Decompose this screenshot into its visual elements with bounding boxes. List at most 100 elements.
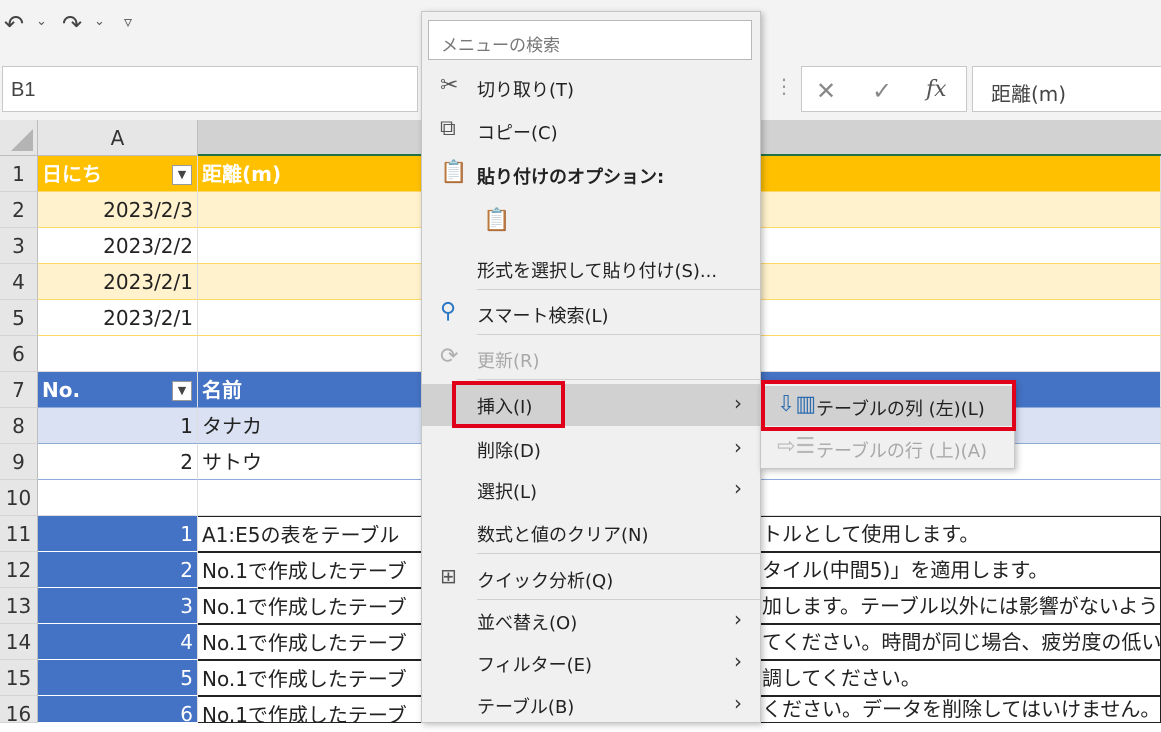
refresh-icon: ⟳ bbox=[440, 344, 459, 369]
menu-item-label: 貼り付けのオプション: bbox=[477, 167, 665, 188]
row-header-3[interactable]: 3 bbox=[0, 228, 38, 264]
row-header-6[interactable]: 6 bbox=[0, 336, 38, 372]
row-header-10[interactable]: 10 bbox=[0, 480, 38, 516]
menu-search-input[interactable]: メニューの検索 bbox=[428, 20, 752, 60]
search-icon: ⚲ bbox=[440, 299, 457, 324]
paste-options-heading: 📋 貼り付けのオプション: bbox=[422, 154, 760, 194]
table1-header-date-label: 日にち bbox=[42, 162, 102, 186]
menu-item-copy[interactable]: ⧉ コピー(C) bbox=[422, 110, 760, 150]
menu-item-label: 並べ替え(O) bbox=[477, 613, 578, 634]
row-header-9[interactable]: 9 bbox=[0, 444, 38, 480]
cancel-icon[interactable]: ✕ bbox=[816, 77, 836, 105]
redo-icon[interactable]: ↷ bbox=[62, 10, 82, 38]
filter-dropdown-icon[interactable]: ▼ bbox=[172, 381, 192, 401]
table2-no-cell[interactable]: 2 bbox=[38, 444, 198, 480]
task-number-cell[interactable]: 6 bbox=[38, 696, 198, 723]
date-cell[interactable]: 2023/2/1 bbox=[38, 264, 198, 300]
scissors-icon: ✂ bbox=[440, 73, 459, 98]
paste-button[interactable]: 📋 bbox=[477, 202, 517, 242]
table1-header-date[interactable]: 日にち ▼ bbox=[38, 156, 198, 192]
task-text-tail: 調してください。 bbox=[762, 666, 921, 690]
table2-header-no-label: No. bbox=[42, 378, 81, 402]
chevron-right-icon: › bbox=[734, 607, 742, 631]
menu-item-clear[interactable]: 数式と値のクリア(N) bbox=[422, 512, 760, 552]
filter-dropdown-icon[interactable]: ▼ bbox=[172, 165, 192, 185]
menu-separator bbox=[477, 379, 760, 380]
menu-item-label: 選択(L) bbox=[477, 482, 538, 503]
task-number-cell[interactable]: 1 bbox=[38, 516, 198, 552]
task-number-cell[interactable]: 4 bbox=[38, 624, 198, 660]
menu-item-quick-analysis[interactable]: ⊞ クイック分析(Q) bbox=[422, 558, 760, 598]
customize-toolbar-icon[interactable]: ▿ bbox=[124, 12, 132, 31]
table2-header-no[interactable]: No. ▼ bbox=[38, 372, 198, 408]
row-header-5[interactable]: 5 bbox=[0, 300, 38, 336]
menu-item-delete[interactable]: 削除(D) › bbox=[422, 428, 760, 468]
formula-buttons: ✕ ✓ fx bbox=[801, 66, 967, 112]
menu-item-label: 削除(D) bbox=[477, 441, 541, 462]
insert-row-icon: ⇨☰ bbox=[777, 434, 816, 459]
empty-cell[interactable] bbox=[38, 480, 198, 516]
menu-item-label: 更新(R) bbox=[477, 351, 540, 372]
menu-item-label: 数式と値のクリア(N) bbox=[477, 525, 649, 546]
formula-bar-grip-icon: ⋮ bbox=[774, 74, 794, 98]
submenu-item-insert-row[interactable]: ⇨☰ テーブルの行 (上)(A) bbox=[761, 428, 1014, 468]
date-cell[interactable]: 2023/2/1 bbox=[38, 300, 198, 336]
undo-dropdown-icon[interactable]: ⌄ bbox=[36, 14, 47, 29]
highlight-insert-column bbox=[761, 380, 1016, 431]
date-cell[interactable]: 2023/2/3 bbox=[38, 192, 198, 228]
menu-item-refresh[interactable]: ⟳ 更新(R) bbox=[422, 338, 760, 378]
row-header-7[interactable]: 7 bbox=[0, 372, 38, 408]
row-header-4[interactable]: 4 bbox=[0, 264, 38, 300]
chevron-right-icon: › bbox=[734, 435, 742, 459]
insert-function-icon[interactable]: fx bbox=[926, 77, 947, 102]
menu-item-label: テーブルの行 (上)(A) bbox=[816, 441, 988, 462]
row-header-14[interactable]: 14 bbox=[0, 624, 38, 660]
menu-item-label: コピー(C) bbox=[477, 123, 558, 144]
chevron-right-icon: › bbox=[734, 391, 742, 415]
menu-item-label: 形式を選択して貼り付け(S)... bbox=[477, 261, 718, 282]
undo-icon[interactable]: ↶ bbox=[4, 10, 24, 38]
column-header-a[interactable]: A bbox=[38, 120, 198, 156]
date-cell[interactable]: 2023/2/2 bbox=[38, 228, 198, 264]
menu-item-sort[interactable]: 並べ替え(O) › bbox=[422, 600, 760, 640]
menu-item-paste-special[interactable]: 形式を選択して貼り付け(S)... bbox=[422, 248, 760, 288]
row-header-13[interactable]: 13 bbox=[0, 588, 38, 624]
row-header-12[interactable]: 12 bbox=[0, 552, 38, 588]
name-box[interactable]: B1 bbox=[2, 66, 418, 112]
row-header-11[interactable]: 11 bbox=[0, 516, 38, 552]
quick-analysis-icon: ⊞ bbox=[440, 564, 457, 588]
chevron-right-icon: › bbox=[734, 476, 742, 500]
menu-item-label: フィルター(E) bbox=[477, 655, 593, 676]
enter-icon[interactable]: ✓ bbox=[872, 77, 892, 105]
copy-icon: ⧉ bbox=[440, 116, 456, 141]
clipboard-icon: 📋 bbox=[440, 160, 468, 185]
table2-no-cell[interactable]: 1 bbox=[38, 408, 198, 444]
menu-separator bbox=[477, 553, 760, 554]
row-header-1[interactable]: 1 bbox=[0, 156, 38, 192]
task-text-tail: 加します。テーブル以外には影響がないよう bbox=[762, 594, 1159, 618]
row-header-16[interactable]: 16 bbox=[0, 696, 38, 726]
menu-item-label: クイック分析(Q) bbox=[477, 571, 614, 592]
row-header-15[interactable]: 15 bbox=[0, 660, 38, 696]
chevron-right-icon: › bbox=[734, 649, 742, 673]
task-number-cell[interactable]: 2 bbox=[38, 552, 198, 588]
menu-item-filter[interactable]: フィルター(E) › bbox=[422, 642, 760, 682]
task-text-tail: ください。データを削除してはいけません。 bbox=[762, 697, 1161, 721]
highlight-insert bbox=[452, 381, 565, 428]
menu-item-cut[interactable]: ✂ 切り取り(T) bbox=[422, 67, 760, 107]
task-text-tail: てください。時間が同じ場合、疲労度の低い bbox=[762, 630, 1161, 654]
menu-item-label: テーブル(B) bbox=[477, 697, 575, 718]
menu-item-select[interactable]: 選択(L) › bbox=[422, 469, 760, 509]
menu-item-table[interactable]: テーブル(B) › bbox=[422, 684, 760, 724]
task-number-cell[interactable]: 3 bbox=[38, 588, 198, 624]
menu-separator bbox=[477, 334, 760, 335]
task-text-tail: タイル(中間5)」を適用します。 bbox=[762, 558, 1049, 582]
row-header-2[interactable]: 2 bbox=[0, 192, 38, 228]
menu-item-smart-lookup[interactable]: ⚲ スマート検索(L) bbox=[422, 293, 760, 333]
formula-input[interactable]: 距離(m) bbox=[972, 66, 1161, 112]
task-number-cell[interactable]: 5 bbox=[38, 660, 198, 696]
empty-cell[interactable] bbox=[38, 336, 198, 372]
select-all-corner[interactable] bbox=[0, 120, 38, 156]
redo-dropdown-icon[interactable]: ⌄ bbox=[94, 14, 105, 29]
row-header-8[interactable]: 8 bbox=[0, 408, 38, 444]
